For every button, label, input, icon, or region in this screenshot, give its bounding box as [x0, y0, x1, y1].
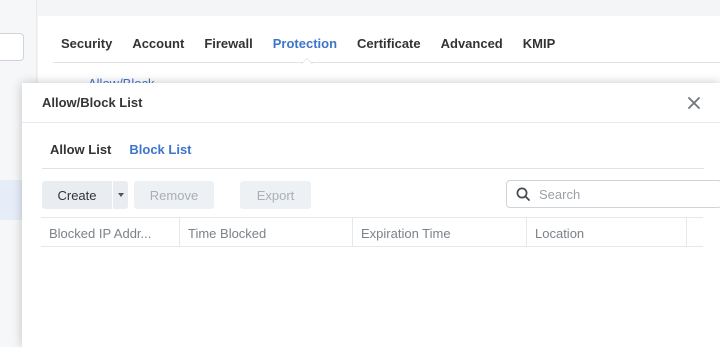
tab-account[interactable]: Account: [124, 27, 196, 63]
close-icon: [688, 97, 700, 109]
dialog-header: Allow/Block List: [22, 83, 720, 123]
tab-kmip[interactable]: KMIP: [515, 27, 568, 63]
column-header-location[interactable]: Location: [527, 218, 687, 246]
tab-advanced[interactable]: Advanced: [433, 27, 515, 63]
search-icon: [507, 181, 539, 207]
remove-button[interactable]: Remove: [134, 181, 214, 209]
close-button[interactable]: [684, 93, 704, 113]
chevron-down-icon: [117, 193, 124, 197]
column-header-time-blocked[interactable]: Time Blocked: [180, 218, 353, 246]
sidebar-search-input[interactable]: [0, 33, 24, 61]
search-box[interactable]: [506, 180, 720, 208]
tab-allow-list[interactable]: Allow List: [42, 133, 121, 168]
search-input[interactable]: [539, 186, 709, 202]
dialog-tab-bar: Allow List Block List: [42, 133, 704, 169]
tab-block-list[interactable]: Block List: [121, 133, 201, 168]
sidebar-selected-item[interactable]: [0, 180, 22, 220]
window-top-strip: [0, 0, 720, 16]
tab-security[interactable]: Security: [53, 27, 124, 63]
create-button[interactable]: Create: [42, 181, 112, 209]
column-header-expiration-time[interactable]: Expiration Time: [353, 218, 527, 246]
export-button[interactable]: Export: [240, 181, 311, 209]
allow-block-list-dialog: Allow/Block List Allow List Block List C…: [22, 83, 720, 347]
dialog-title: Allow/Block List: [42, 95, 143, 110]
toolbar: Create Remove Export: [42, 180, 720, 209]
column-header-filler: [687, 218, 703, 246]
table-header: Blocked IP Addr... Time Blocked Expirati…: [41, 217, 703, 247]
create-dropdown-button[interactable]: [113, 181, 128, 209]
tab-protection[interactable]: Protection: [265, 27, 349, 64]
tab-firewall[interactable]: Firewall: [196, 27, 264, 63]
tab-certificate[interactable]: Certificate: [349, 27, 433, 63]
background-tab-bar: Security Account Firewall Protection Cer…: [53, 27, 720, 64]
column-header-blocked-ip[interactable]: Blocked IP Addr...: [41, 218, 180, 246]
